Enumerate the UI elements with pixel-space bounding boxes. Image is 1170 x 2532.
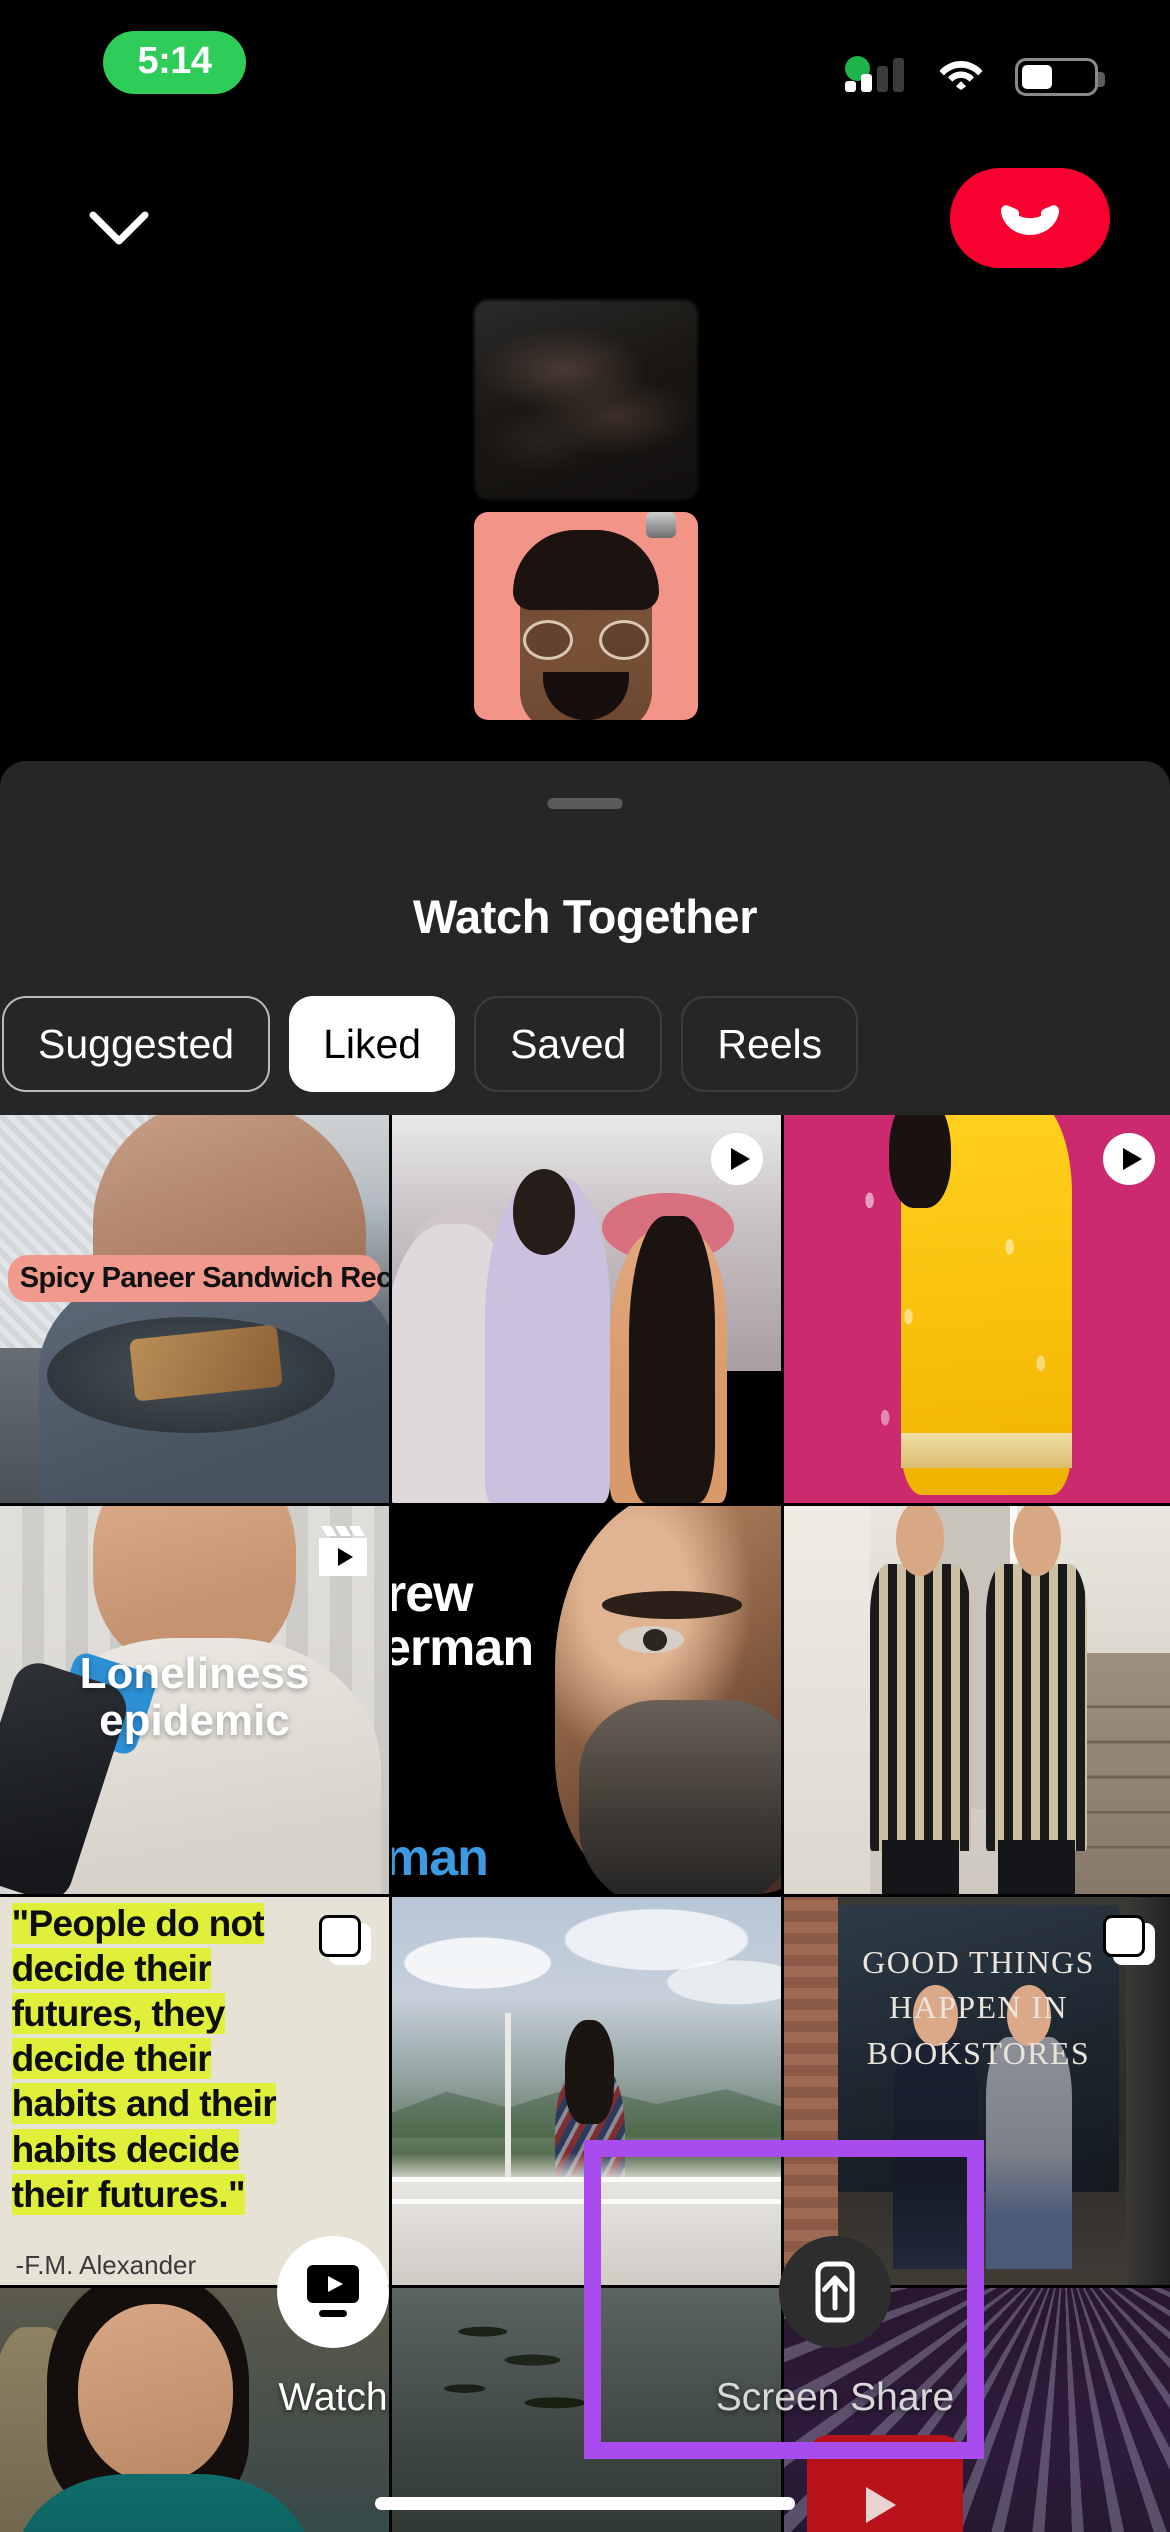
tab-liked[interactable]: Liked bbox=[289, 996, 456, 1092]
bookstore-line2: HAPPEN IN bbox=[889, 1989, 1068, 2026]
thumbnail-image bbox=[0, 1115, 389, 1503]
bookstore-line1: GOOD THINGS bbox=[862, 1943, 1095, 1980]
grid-item-market[interactable] bbox=[392, 1115, 781, 1503]
glasses-icon bbox=[523, 620, 649, 660]
thumbnail-image bbox=[392, 1897, 781, 2285]
tab-suggested-label: Suggested bbox=[38, 1020, 235, 1067]
status-time: 5:14 bbox=[137, 40, 212, 82]
hair-shape bbox=[513, 530, 659, 610]
monitor-play-icon bbox=[307, 2265, 359, 2317]
bookstore-line3: BOOKSTORES bbox=[866, 2034, 1091, 2071]
cellular-signal-icon bbox=[845, 58, 904, 92]
screen-share-button[interactable]: Screen Share bbox=[716, 2236, 954, 2420]
carousel-icon bbox=[319, 1915, 371, 1967]
grid-item-bookstore[interactable]: GOOD THINGS HAPPEN IN BOOKSTORES bbox=[784, 1897, 1170, 2285]
watch-button-circle bbox=[277, 2236, 389, 2348]
quote-line-3: futures, they bbox=[11, 1993, 225, 2035]
quote-line-5: habits and their bbox=[11, 2083, 277, 2125]
thumbnail-image bbox=[784, 1506, 1170, 1894]
screen-share-button-circle bbox=[779, 2236, 891, 2348]
quote-line-6: habits decide bbox=[11, 2128, 240, 2170]
reels-icon bbox=[315, 1524, 371, 1578]
chevron-down-icon[interactable] bbox=[70, 180, 168, 278]
grid-item-title: GOOD THINGS HAPPEN IN BOOKSTORES bbox=[831, 1940, 1127, 2076]
call-header bbox=[0, 168, 1170, 308]
grid-item-quote-card[interactable]: "People do not decide their futures, the… bbox=[0, 1897, 389, 2285]
tab-saved[interactable]: Saved bbox=[474, 996, 663, 1092]
tab-suggested[interactable]: Suggested bbox=[2, 996, 271, 1092]
remote-participant-tile[interactable] bbox=[474, 300, 698, 500]
play-icon bbox=[711, 1133, 763, 1185]
microphone-prop bbox=[646, 512, 676, 538]
grid-item-yellow-dress[interactable] bbox=[784, 1115, 1170, 1503]
play-icon bbox=[1103, 1133, 1155, 1185]
tab-saved-label: Saved bbox=[510, 1020, 627, 1067]
video-stage bbox=[0, 300, 1170, 760]
sheet-drag-handle[interactable] bbox=[547, 798, 623, 809]
grid-item-title: Loneliness epidemic bbox=[0, 1650, 389, 1745]
grid-item-loneliness-epidemic[interactable]: Loneliness epidemic bbox=[0, 1506, 389, 1894]
grid-item-spicy-paneer[interactable]: Spicy Paneer Sandwich Recipe bbox=[0, 1115, 389, 1503]
grid-item-huberman[interactable]: rew erman man bbox=[392, 1506, 781, 1894]
end-call-button[interactable] bbox=[950, 168, 1110, 268]
grid-item-title-line1: Loneliness bbox=[79, 1648, 310, 1698]
grid-item-title-line3: man bbox=[392, 1828, 489, 1887]
tab-bar: Suggested Liked Saved Reels bbox=[0, 989, 1170, 1099]
watch-button[interactable]: Watch bbox=[223, 2236, 443, 2420]
grid-item-plaid-duo[interactable] bbox=[784, 1506, 1170, 1894]
grid-item-title-line2: epidemic bbox=[99, 1696, 290, 1746]
wifi-icon bbox=[938, 56, 984, 90]
grid-item-title-line2: erman bbox=[392, 1619, 534, 1678]
carousel-icon bbox=[1103, 1915, 1155, 1967]
grid-item-title: Spicy Paneer Sandwich Recipe bbox=[7, 1254, 389, 1302]
status-bar: 5:14 bbox=[0, 0, 1170, 120]
page-title: Watch Together bbox=[412, 890, 758, 943]
grid-item-title-line1: rew bbox=[392, 1565, 474, 1624]
phone-share-up-icon bbox=[815, 2261, 855, 2323]
quote-line-4: decide their bbox=[11, 2038, 212, 2080]
phone-hangup-icon bbox=[1000, 205, 1060, 235]
home-indicator[interactable] bbox=[375, 2497, 795, 2510]
quote-line-2: decide their bbox=[11, 1948, 212, 1989]
watch-button-label: Watch bbox=[278, 2376, 388, 2419]
tab-reels[interactable]: Reels bbox=[681, 996, 859, 1092]
self-participant-tile[interactable] bbox=[474, 512, 698, 720]
screen-share-button-label: Screen Share bbox=[715, 2376, 955, 2419]
phone-screen: 5:14 Watch Together Suggested Liked Save… bbox=[0, 0, 1170, 2532]
quote-line-1: "People do not bbox=[11, 1902, 265, 1944]
quote-attribution: -F.M. Alexander bbox=[15, 2250, 197, 2280]
tab-reels-label: Reels bbox=[717, 1020, 823, 1067]
watch-together-sheet: Watch Together Suggested Liked Saved Ree… bbox=[0, 761, 1170, 2532]
grid-item-mountain[interactable] bbox=[392, 1897, 781, 2285]
media-grid: Spicy Paneer Sandwich Recipe bbox=[0, 1115, 1170, 2532]
battery-icon bbox=[1015, 58, 1105, 96]
status-time-pill: 5:14 bbox=[103, 31, 246, 94]
quote-line-7: their futures." bbox=[11, 2173, 246, 2215]
tab-liked-label: Liked bbox=[323, 1020, 422, 1067]
